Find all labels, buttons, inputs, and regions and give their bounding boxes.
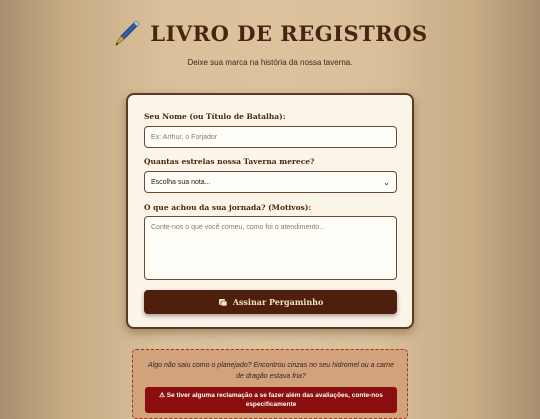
submit-label: Assinar Pergaminho bbox=[232, 297, 324, 307]
rating-select[interactable]: Escolha sua nota... ⌄ bbox=[144, 171, 397, 193]
page-title: LIVRO DE REGISTROS bbox=[112, 18, 427, 48]
page-header: LIVRO DE REGISTROS bbox=[0, 18, 540, 52]
name-input[interactable]: Ex: Arthur, o Forjador bbox=[144, 126, 397, 148]
rating-selected-value: Escolha sua nota... bbox=[151, 178, 211, 186]
scroll-icon bbox=[218, 298, 227, 306]
page-subtitle: Deixe sua marca na história da nossa tav… bbox=[187, 58, 353, 67]
name-placeholder: Ex: Arthur, o Forjador bbox=[151, 133, 218, 141]
review-form: Seu Nome (ou Título de Batalha): Ex: Art… bbox=[126, 93, 414, 329]
comment-label: O que achou da sua jornada? (Motivos): bbox=[144, 203, 312, 212]
complaint-button[interactable]: ⚠ Se tiver alguma reclamação a se fazer … bbox=[145, 387, 397, 413]
name-label: Seu Nome (ou Título de Batalha): bbox=[144, 112, 286, 121]
title-text: LIVRO DE REGISTROS bbox=[150, 20, 428, 46]
complaint-button-label: Se tiver alguma reclamação a se fazer al… bbox=[166, 392, 383, 408]
quill-pen-icon bbox=[115, 20, 140, 46]
comment-textarea[interactable]: Conte-nos o que você comeu, como foi o a… bbox=[144, 216, 397, 280]
warning-icon: ⚠ bbox=[159, 392, 167, 399]
comment-placeholder: Conte-nos o que você comeu, como foi o a… bbox=[151, 224, 325, 231]
complaint-box: Algo não saiu como o planejado? Encontro… bbox=[132, 349, 408, 419]
chevron-down-icon: ⌄ bbox=[383, 177, 390, 187]
complaint-text: Algo não saiu como o planejado? Encontro… bbox=[148, 362, 394, 380]
rating-label: Quantas estrelas nossa Taverna merece? bbox=[144, 157, 315, 166]
submit-button[interactable]: Assinar Pergaminho bbox=[144, 290, 397, 314]
